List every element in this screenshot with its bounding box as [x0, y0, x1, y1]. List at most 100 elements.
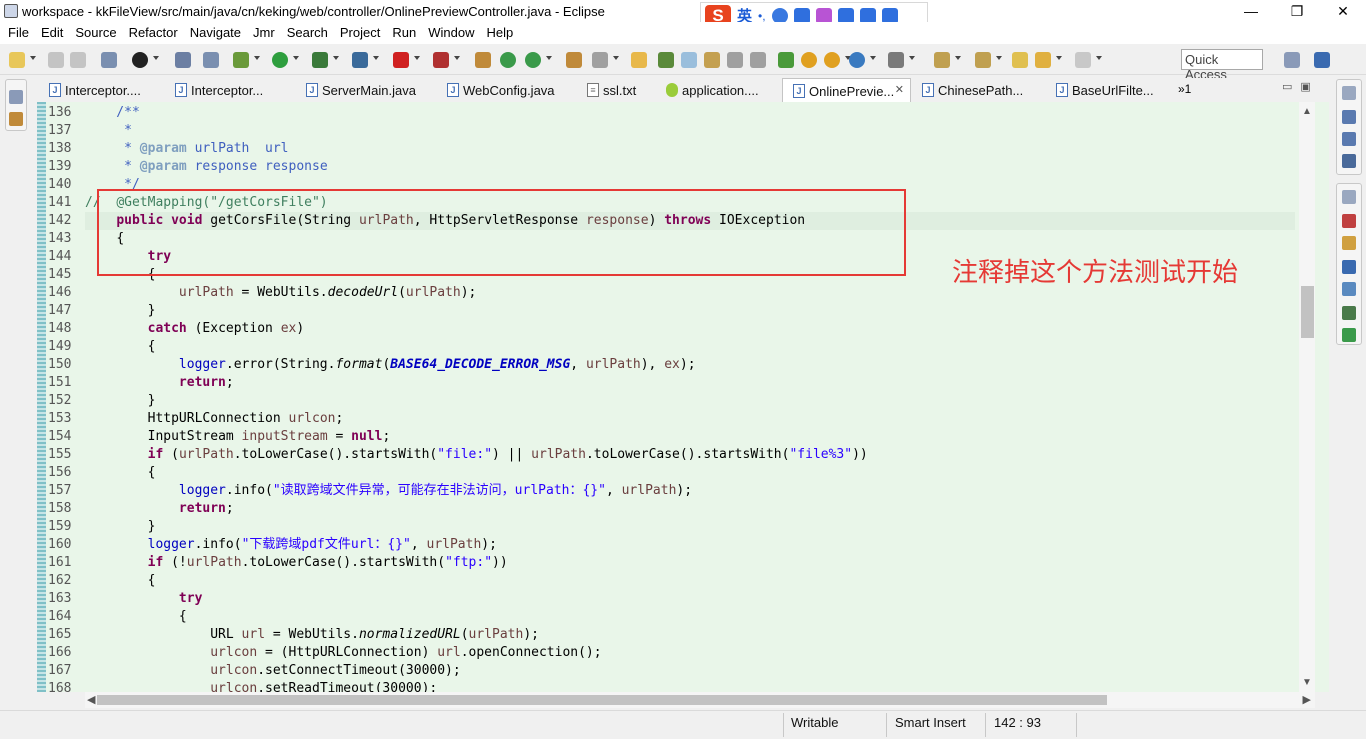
previous-annotation-icon[interactable]	[975, 52, 991, 68]
menu-file[interactable]: File	[2, 22, 35, 44]
close-button[interactable]: ✕	[1320, 0, 1366, 22]
open-perspective-icon[interactable]	[1284, 52, 1300, 68]
tab-onlinepreviewcontroller[interactable]: J OnlinePrevie... ✕	[782, 78, 911, 102]
code-token: urlPath	[531, 447, 586, 462]
code-token: {	[178, 609, 187, 624]
external-tools-icon[interactable]	[352, 52, 368, 68]
code-token: (	[398, 285, 406, 300]
terminal-icon[interactable]	[101, 52, 117, 68]
code-token: url	[241, 627, 266, 642]
tab-webconfig[interactable]: J WebConfig.java	[437, 78, 567, 102]
scroll-up-icon[interactable]: ▲	[1302, 106, 1312, 117]
console-view-icon[interactable]	[1342, 260, 1356, 274]
task-list-icon[interactable]	[1342, 132, 1356, 146]
menu-search[interactable]: Search	[281, 22, 334, 44]
scroll-down-icon[interactable]: ▼	[1302, 677, 1312, 688]
horizontal-scrollbar[interactable]: ◀ ▶	[85, 692, 1315, 708]
stop-icon[interactable]	[393, 52, 409, 68]
maximize-editor-icon[interactable]: ▣	[1300, 81, 1318, 93]
tools-icon[interactable]	[888, 52, 904, 68]
next-annotation-icon[interactable]	[934, 52, 950, 68]
tab-overflow-button[interactable]: »1	[1178, 82, 1191, 96]
minimize-button[interactable]: —	[1228, 0, 1274, 22]
progress-icon[interactable]	[1342, 282, 1356, 296]
tab-interceptor-1[interactable]: J Interceptor....	[39, 78, 157, 102]
problems-icon[interactable]	[1342, 214, 1356, 228]
menu-run[interactable]: Run	[386, 22, 422, 44]
code-token: ),	[640, 357, 665, 372]
vertical-scrollbar[interactable]: ▲ ▼	[1299, 102, 1315, 692]
new-icon[interactable]	[9, 52, 25, 68]
outline-icon[interactable]	[1342, 110, 1356, 124]
restore-view-icon[interactable]	[1342, 190, 1356, 204]
tab-chinesepath[interactable]: J ChinesePath...	[912, 78, 1040, 102]
open-type-icon[interactable]	[566, 52, 582, 68]
back-icon[interactable]	[1035, 52, 1051, 68]
tab-interceptor-2[interactable]: J Interceptor...	[165, 78, 283, 102]
quick-access-input[interactable]: Quick Access	[1181, 49, 1263, 82]
ime-punctuation-toggle[interactable]: •,	[758, 9, 766, 23]
restore-view-icon[interactable]	[9, 90, 23, 104]
minimize-editor-icon[interactable]: ▭	[1282, 81, 1300, 93]
tab-ssl-txt[interactable]: ≡ ssl.txt	[577, 78, 667, 102]
java-perspective-icon[interactable]	[1314, 52, 1330, 68]
menu-refactor[interactable]: Refactor	[123, 22, 184, 44]
horizontal-scroll-thumb[interactable]	[97, 695, 1107, 705]
last-edit-icon[interactable]	[1012, 52, 1028, 68]
add-view-icon[interactable]	[1342, 328, 1356, 342]
plugin-icon[interactable]	[778, 52, 794, 68]
tab-servermain[interactable]: J ServerMain.java	[296, 78, 426, 102]
restore-view-icon[interactable]	[1342, 86, 1356, 100]
close-tab-icon[interactable]: ✕	[895, 83, 904, 96]
tab-application[interactable]: application....	[656, 78, 784, 102]
menu-navigate[interactable]: Navigate	[184, 22, 247, 44]
menu-source[interactable]: Source	[69, 22, 122, 44]
code-line: URL url = WebUtils.normalizedURL(urlPath…	[85, 626, 1295, 644]
vertical-scroll-thumb[interactable]	[1301, 286, 1314, 338]
code-token: .info(	[194, 537, 242, 552]
toggle-mark-icon[interactable]	[704, 52, 720, 68]
code-token: *	[85, 159, 140, 174]
profile-icon[interactable]	[132, 52, 148, 68]
scroll-left-icon[interactable]: ◀	[87, 693, 95, 706]
open-folder-icon[interactable]	[631, 52, 647, 68]
console-icon[interactable]	[175, 52, 191, 68]
block-selection-icon[interactable]	[727, 52, 743, 68]
help-contents-icon[interactable]	[824, 52, 840, 68]
show-whitespace-icon[interactable]	[750, 52, 766, 68]
restore-button[interactable]: ❐	[1274, 0, 1320, 22]
forward-icon[interactable]	[1075, 52, 1091, 68]
globe-icon[interactable]	[849, 52, 865, 68]
menu-jmr[interactable]: Jmr	[247, 22, 281, 44]
open-task-icon[interactable]	[592, 52, 608, 68]
coverage-icon[interactable]	[312, 52, 328, 68]
menu-project[interactable]: Project	[334, 22, 386, 44]
new-package-icon[interactable]	[475, 52, 491, 68]
writable-status: Writable	[791, 715, 839, 730]
eclipse-icon	[4, 4, 18, 18]
menu-edit[interactable]: Edit	[35, 22, 69, 44]
help-icon[interactable]	[801, 52, 817, 68]
skip-breakpoints-icon[interactable]	[203, 52, 219, 68]
tab-label: ChinesePath...	[938, 83, 1024, 98]
new-class-icon[interactable]	[500, 52, 516, 68]
package-explorer-icon[interactable]	[9, 112, 23, 126]
servers-icon[interactable]	[1342, 154, 1356, 168]
run-icon[interactable]	[272, 52, 288, 68]
debug-icon[interactable]	[233, 52, 249, 68]
debug-view-icon[interactable]	[1342, 306, 1356, 320]
scroll-right-icon[interactable]: ▶	[1303, 693, 1311, 706]
highlight-icon[interactable]	[681, 52, 697, 68]
server-icon[interactable]	[433, 52, 449, 68]
refresh-icon[interactable]	[525, 52, 541, 68]
menu-window[interactable]: Window	[422, 22, 480, 44]
code-token: ;	[225, 501, 234, 516]
tab-baseurlfilter[interactable]: J BaseUrlFilte...	[1046, 78, 1176, 102]
save-all-icon[interactable]	[70, 52, 86, 68]
menu-help[interactable]: Help	[480, 22, 519, 44]
save-icon[interactable]	[48, 52, 64, 68]
javadoc-icon[interactable]	[1342, 236, 1356, 250]
status-bar: Writable Smart Insert 142 : 93	[0, 710, 1366, 739]
pin-icon[interactable]	[658, 52, 674, 68]
right-trim-stack	[1333, 75, 1366, 739]
